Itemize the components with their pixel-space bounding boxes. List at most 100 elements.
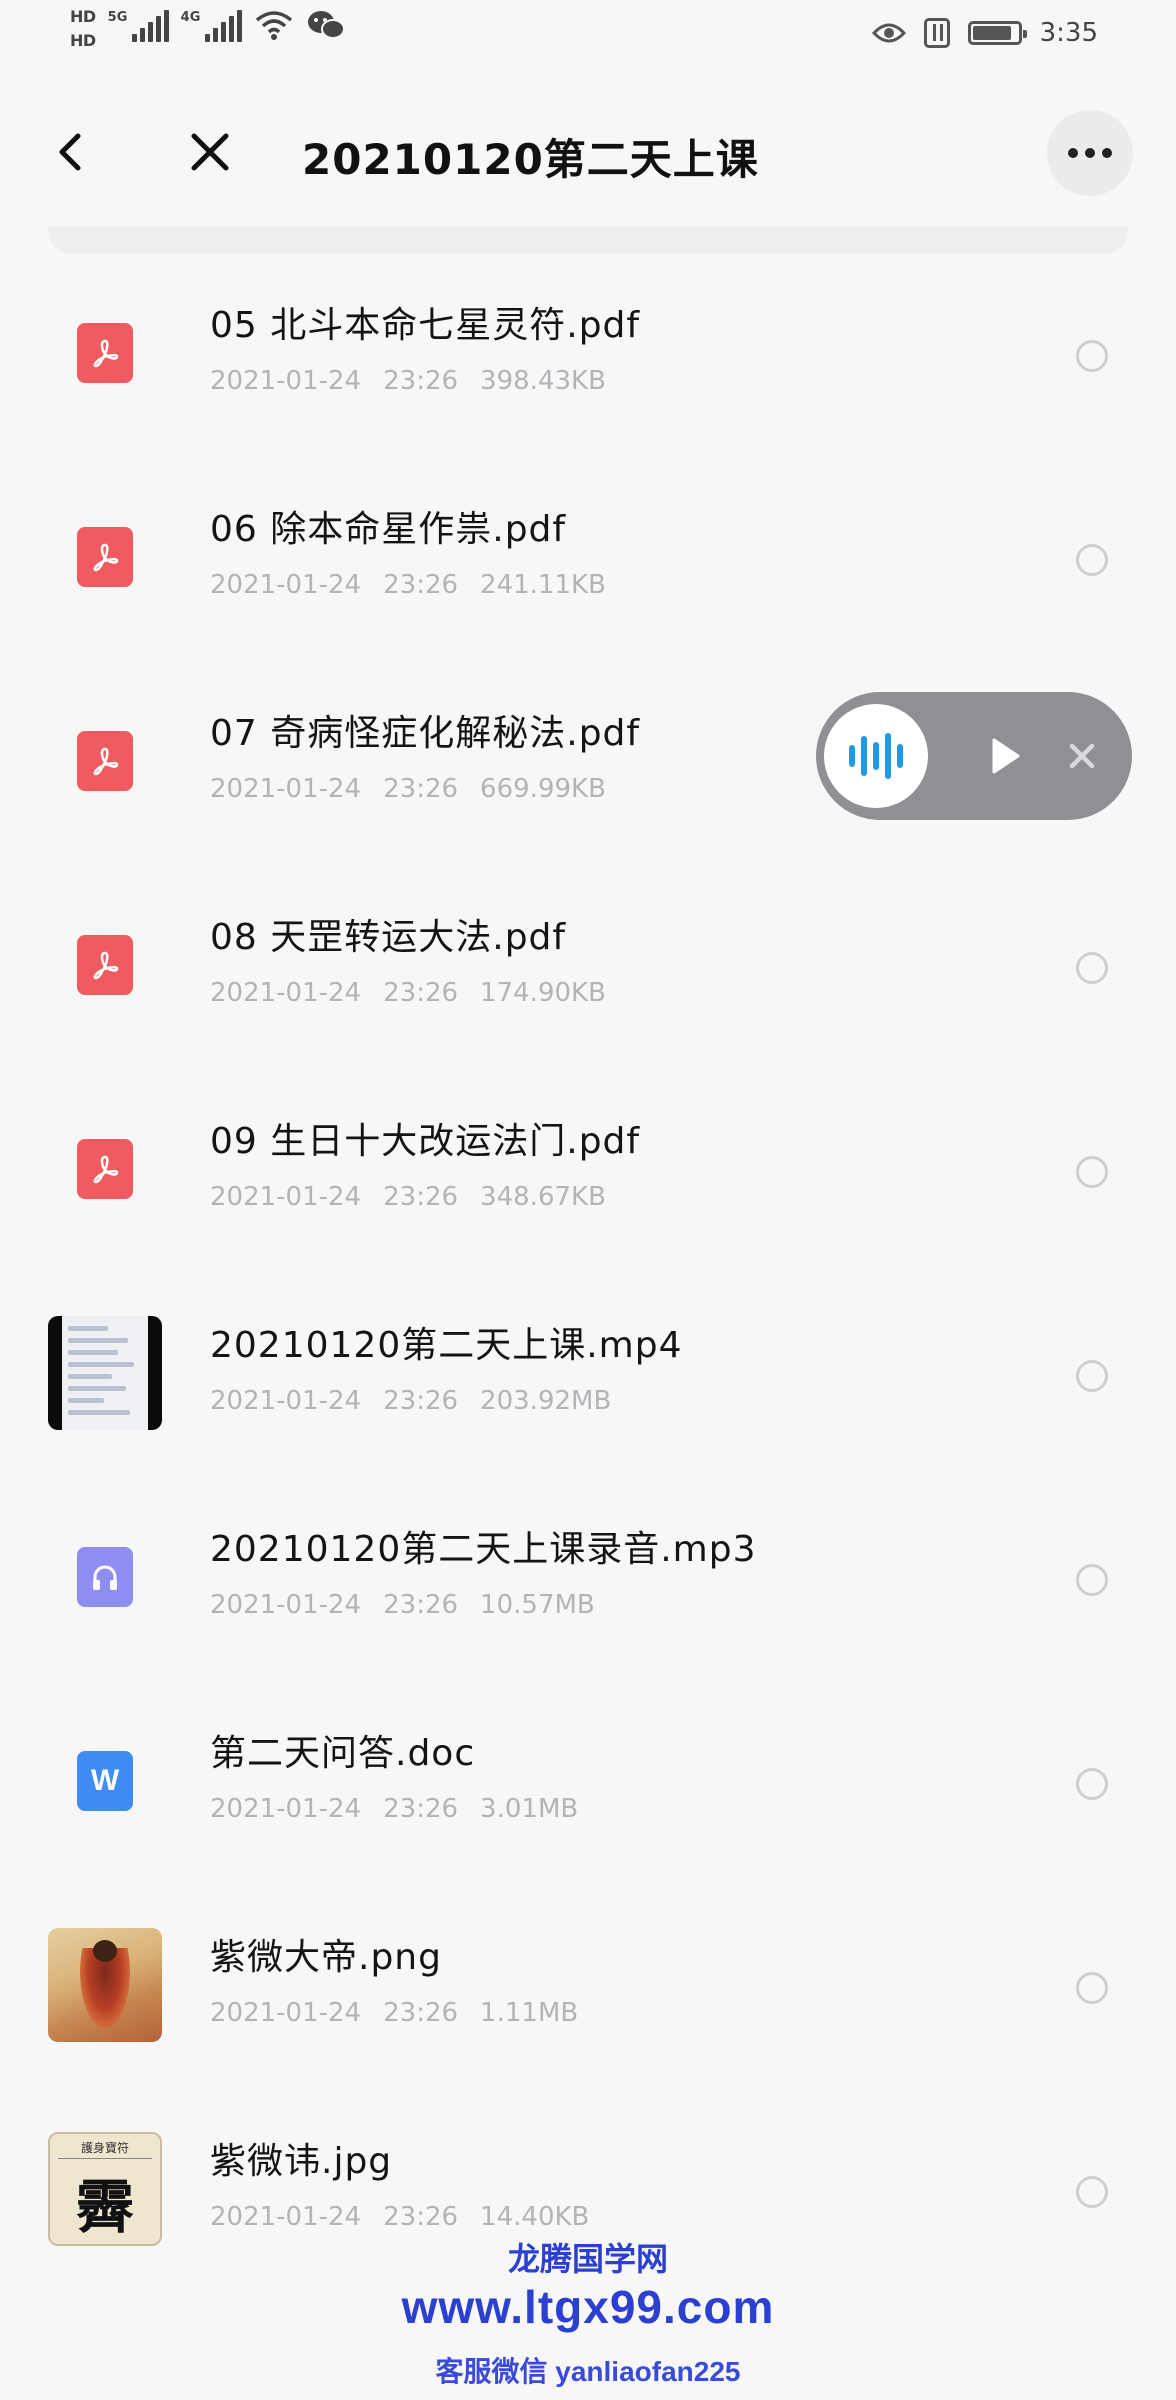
file-date: 2021-01-24 <box>210 366 362 396</box>
select-radio[interactable] <box>1076 1972 1108 2004</box>
pdf-icon <box>77 935 133 995</box>
hd-indicators: HD HD <box>70 8 96 50</box>
file-time: 23:26 <box>383 1590 459 1620</box>
file-date: 2021-01-24 <box>210 1794 362 1824</box>
nav-bar: 20210120第二天上课 <box>0 88 1176 218</box>
select-radio[interactable] <box>1076 1768 1108 1800</box>
word-doc-icon: W <box>77 1751 133 1811</box>
file-time: 23:26 <box>383 1182 459 1212</box>
watermark-url: www.ltgx99.com <box>401 2281 775 2333</box>
voice-close-button[interactable] <box>1060 734 1104 778</box>
file-date: 2021-01-24 <box>210 978 362 1008</box>
select-radio[interactable] <box>1076 1564 1108 1596</box>
file-meta: 2021-01-24 23:26 3.01MB <box>210 1794 600 1824</box>
file-icon <box>48 500 162 614</box>
file-date: 2021-01-24 <box>210 1998 362 2028</box>
file-meta: 2021-01-24 23:26 241.11KB <box>210 570 628 600</box>
floating-voice-widget[interactable] <box>816 692 1132 820</box>
pdf-icon <box>77 731 133 791</box>
select-radio[interactable] <box>1076 952 1108 984</box>
signal-4g-icon: 4G <box>181 8 242 42</box>
nfc-icon <box>923 18 950 48</box>
file-time: 23:26 <box>383 1998 459 2028</box>
file-size: 669.99KB <box>480 774 606 804</box>
file-row[interactable]: 05 北斗本命七星灵符.pdf 2021-01-24 23:26 398.43KB <box>0 254 1176 458</box>
chevron-left-icon <box>59 133 81 171</box>
file-row[interactable]: 09 生日十大改运法门.pdf 2021-01-24 23:26 348.67KB <box>0 1070 1176 1274</box>
pdf-icon <box>77 1139 133 1199</box>
voice-wave-bar <box>861 736 867 776</box>
file-meta: 2021-01-24 23:26 1.11MB <box>210 1998 600 2028</box>
file-row[interactable]: W 第二天问答.doc 2021-01-24 23:26 3.01MB <box>0 1682 1176 1886</box>
play-icon <box>992 738 1020 774</box>
voice-button[interactable] <box>824 704 928 808</box>
file-row[interactable]: 20210120第二天上课.mp4 2021-01-24 23:26 203.92M… <box>0 1274 1176 1478</box>
signal-label-4g: 4G <box>180 10 201 25</box>
file-size: 1.11MB <box>480 1998 579 2028</box>
file-row[interactable]: 08 天罡转运大法.pdf 2021-01-24 23:26 174.90KB <box>0 866 1176 1070</box>
file-meta: 2021-01-24 23:26 203.92MB <box>210 1386 633 1416</box>
file-time: 23:26 <box>383 774 459 804</box>
signal-5g-icon: 5G <box>108 8 169 42</box>
list-top-shadow <box>48 226 1128 254</box>
select-radio[interactable] <box>1076 340 1108 372</box>
file-meta: 2021-01-24 23:26 398.43KB <box>210 366 628 396</box>
file-name: 20210120第二天上课.mp4 <box>210 1325 683 1366</box>
more-options-button[interactable] <box>1047 110 1133 196</box>
file-name: 06 除本命星作祟.pdf <box>210 509 567 550</box>
voice-wave-icon <box>849 745 855 767</box>
file-date: 2021-01-24 <box>210 2202 362 2232</box>
file-row[interactable]: 紫微大帝.png 2021-01-24 23:26 1.11MB <box>0 1886 1176 2090</box>
watermark-contact: 客服微信 yanliaofan225 <box>435 2356 741 2387</box>
pdf-icon <box>77 527 133 587</box>
video-thumbnail <box>48 1316 162 1430</box>
file-name: 紫微讳.jpg <box>210 2141 393 2182</box>
clock: 3:35 <box>1039 18 1098 48</box>
file-date: 2021-01-24 <box>210 774 362 804</box>
file-time: 23:26 <box>383 570 459 600</box>
file-name: 09 生日十大改运法门.pdf <box>210 1121 641 1162</box>
file-time: 23:26 <box>383 1794 459 1824</box>
file-icon <box>48 1928 162 2042</box>
file-row[interactable]: 06 除本命星作祟.pdf 2021-01-24 23:26 241.11KB <box>0 458 1176 662</box>
file-icon <box>48 1520 162 1634</box>
file-size: 174.90KB <box>480 978 606 1008</box>
wifi-icon <box>254 8 294 42</box>
file-size: 14.40KB <box>480 2202 590 2232</box>
battery-icon <box>967 21 1027 45</box>
file-icon <box>48 1316 162 1430</box>
file-meta: 2021-01-24 23:26 14.40KB <box>210 2202 611 2232</box>
file-date: 2021-01-24 <box>210 570 362 600</box>
file-meta: 2021-01-24 23:26 10.57MB <box>210 1590 617 1620</box>
file-date: 2021-01-24 <box>210 1182 362 1212</box>
more-dot <box>1102 148 1112 158</box>
select-radio[interactable] <box>1076 1156 1108 1188</box>
wechat-icon <box>306 8 346 42</box>
close-icon <box>191 133 229 171</box>
back-button[interactable] <box>48 124 96 180</box>
file-size: 3.01MB <box>480 1794 579 1824</box>
signal-label-5g: 5G <box>107 10 128 25</box>
headphones-icon <box>77 1547 133 1607</box>
file-icon <box>48 1112 162 1226</box>
watermark-site-name: 龙腾国学网 <box>507 2241 668 2277</box>
select-radio[interactable] <box>1076 1360 1108 1392</box>
file-row[interactable]: 20210120第二天上课录音.mp3 2021-01-24 23:26 10.57… <box>0 1478 1176 1682</box>
talisman-thumbnail: 護身寶符 霽 <box>48 2132 162 2246</box>
file-name: 20210120第二天上课录音.mp3 <box>210 1529 757 1570</box>
voice-wave-bar <box>897 744 903 768</box>
file-icon: W <box>48 1724 162 1838</box>
hd-indicator-1: HD <box>70 7 96 26</box>
file-size: 203.92MB <box>480 1386 612 1416</box>
close-button[interactable] <box>182 124 238 180</box>
file-icon: 護身寶符 霽 <box>48 2132 162 2246</box>
file-name: 07 奇病怪症化解秘法.pdf <box>210 713 641 754</box>
select-radio[interactable] <box>1076 544 1108 576</box>
voice-wave-bar <box>885 733 891 779</box>
select-radio[interactable] <box>1076 2176 1108 2208</box>
play-button[interactable] <box>980 732 1028 780</box>
file-size: 10.57MB <box>480 1590 595 1620</box>
file-date: 2021-01-24 <box>210 1590 362 1620</box>
file-name: 第二天问答.doc <box>210 1733 476 1774</box>
more-dots-icon <box>1068 148 1078 158</box>
